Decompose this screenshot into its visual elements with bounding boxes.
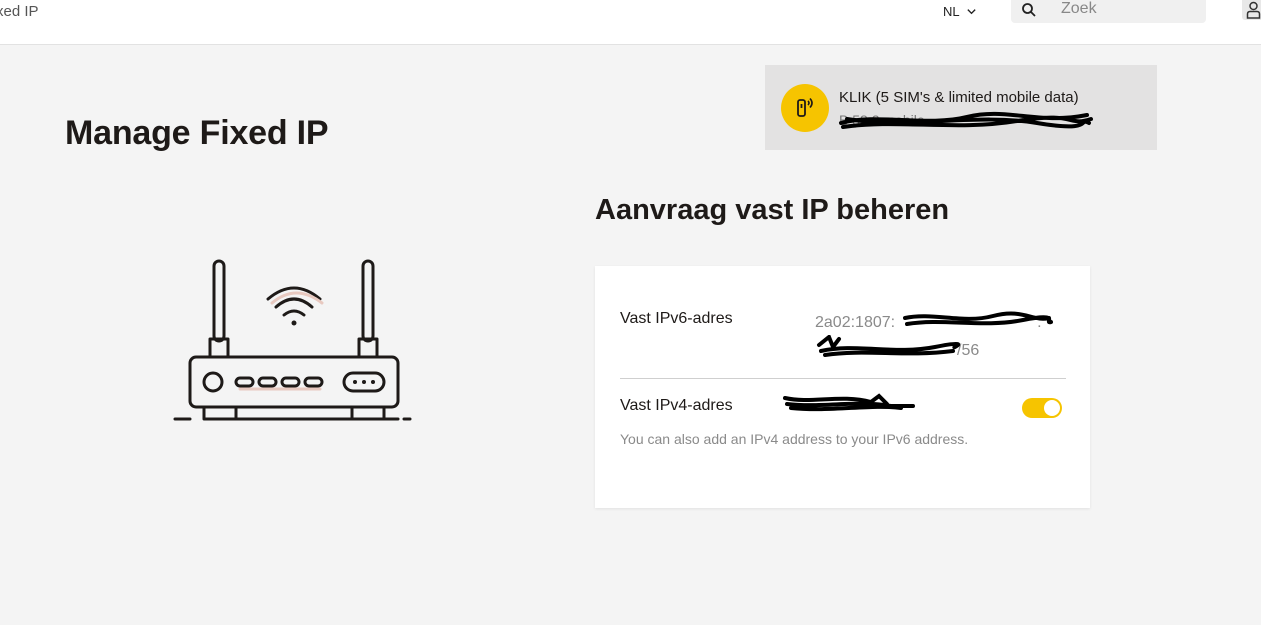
language-label: NL [943,4,960,19]
user-icon [1246,1,1261,19]
chevron-down-icon [966,9,976,15]
redaction-scribble [783,393,915,412]
subscription-number: B 58 2 mobile [839,112,925,128]
search-icon[interactable] [1021,2,1037,18]
page-title: Manage Fixed IP [65,114,329,152]
ipv4-hint: You can also add an IPv4 address to your… [620,431,969,447]
ipv6-line1-end: : [1037,314,1042,331]
top-bar: xed IP NL [0,0,1261,45]
search-box[interactable] [1011,0,1206,23]
ipv6-label: Vast IPv6-adres [620,310,733,327]
ipv6-prefix: 2a02:1807: [815,314,896,331]
toggle-knob [1044,400,1060,416]
section-title: Aanvraag vast IP beheren [595,194,950,226]
subscription-card[interactable]: KLIK (5 SIM's & limited mobile data) B 5… [765,65,1157,150]
search-input[interactable] [1059,0,1203,21]
account-button[interactable] [1242,0,1261,20]
mobile-signal-icon [797,97,813,117]
divider [620,378,1066,379]
ip-settings-card: Vast IPv6-adres 2a02:1807:: /56 Vast IPv… [595,266,1090,508]
ipv4-toggle[interactable] [1022,398,1062,418]
ipv4-label: Vast IPv4-adres [620,397,733,414]
ipv6-suffix: /56 [957,342,980,359]
subscription-title: KLIK (5 SIM's & limited mobile data) [839,89,1079,106]
subscription-icon-badge [781,84,829,132]
breadcrumb[interactable]: xed IP [0,3,39,20]
language-selector[interactable]: NL [943,4,977,19]
router-illustration [173,259,412,421]
